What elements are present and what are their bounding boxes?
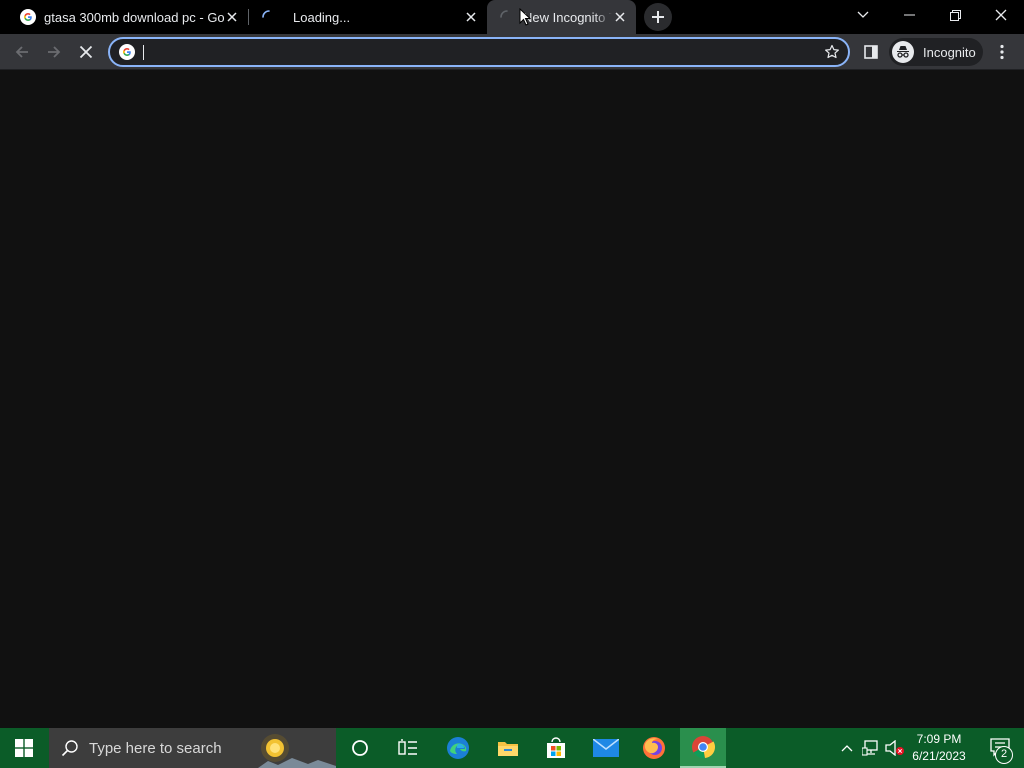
file-explorer-icon	[498, 742, 518, 756]
google-icon	[20, 9, 36, 25]
restore-icon	[949, 9, 961, 21]
show-hidden-icons-button[interactable]	[837, 728, 857, 768]
mail-icon	[593, 739, 619, 757]
star-icon[interactable]	[824, 44, 840, 60]
incognito-icon	[892, 41, 914, 63]
close-tab-icon[interactable]	[612, 9, 628, 25]
browser-toolbar: Incognito	[0, 34, 1024, 70]
windows-start-icon	[15, 739, 33, 757]
tab-title: Loading...	[293, 9, 351, 25]
plus-icon	[652, 11, 664, 23]
start-button[interactable]	[0, 728, 48, 768]
tab-title: gtasa 300mb download pc - Goo	[44, 9, 224, 25]
text-cursor	[143, 45, 144, 60]
profile-label: Incognito	[923, 44, 976, 60]
profile-incognito-button[interactable]: Incognito	[889, 38, 983, 66]
taskbar-firefox[interactable]	[630, 728, 678, 768]
chrome-menu-button[interactable]	[988, 38, 1016, 66]
task-view-icon	[398, 739, 417, 755]
taskbar-file-explorer[interactable]	[484, 728, 532, 768]
kebab-menu-icon	[1000, 44, 1004, 60]
side-panel-button[interactable]	[857, 38, 885, 66]
volume-muted-icon	[885, 740, 904, 756]
address-bar[interactable]	[108, 37, 850, 67]
search-icon	[61, 740, 78, 757]
cortana-button[interactable]	[336, 728, 384, 768]
address-input[interactable]	[142, 42, 802, 62]
volume-button[interactable]	[884, 728, 906, 768]
clock-date: 6/21/2023	[912, 749, 966, 763]
loading-spinner-icon	[262, 10, 270, 18]
taskbar-mail[interactable]	[582, 728, 630, 768]
notification-count: 2	[995, 746, 1013, 764]
task-view-button[interactable]	[384, 728, 432, 768]
taskbar-search-box[interactable]: Type here to search	[49, 728, 336, 768]
google-icon	[119, 44, 135, 60]
minimize-button[interactable]	[887, 0, 931, 30]
tab-gtasa-search[interactable]: gtasa 300mb download pc - Goo	[8, 0, 248, 34]
search-placeholder: Type here to search	[89, 739, 222, 757]
mouse-cursor-icon	[519, 8, 531, 26]
tab-loading[interactable]: Loading...	[249, 0, 487, 34]
notification-count-badge: 2	[990, 746, 1013, 764]
taskbar-chrome[interactable]	[680, 728, 726, 768]
chevron-down-icon	[857, 11, 869, 18]
firefox-icon	[643, 737, 665, 759]
tab-new-incognito[interactable]: New Incognito Tab	[487, 0, 636, 34]
sun-landscape-icon	[258, 728, 336, 768]
side-panel-icon	[864, 45, 878, 59]
stop-loading-button[interactable]	[72, 38, 100, 66]
back-button[interactable]	[8, 38, 36, 66]
clock[interactable]: 7:09 PM 6/21/2023	[906, 731, 972, 765]
windows-taskbar: Type here to search 7:09 PM 6/21/2023	[0, 728, 1024, 768]
chevron-up-icon	[841, 745, 853, 752]
tab-search-button[interactable]	[841, 0, 885, 30]
taskbar-edge[interactable]	[434, 728, 482, 768]
edge-icon	[447, 737, 469, 759]
close-icon	[995, 9, 1007, 21]
loading-spinner-icon	[500, 10, 508, 18]
close-tab-icon[interactable]	[463, 9, 479, 25]
network-button[interactable]	[860, 728, 882, 768]
taskbar-microsoft-store[interactable]	[532, 728, 580, 768]
cortana-icon	[352, 740, 368, 756]
back-arrow-icon	[15, 46, 28, 58]
tab-strip: gtasa 300mb download pc - Goo Loading...…	[0, 0, 1024, 34]
minimize-icon	[903, 14, 915, 16]
new-tab-button[interactable]	[644, 3, 672, 31]
network-icon	[862, 740, 878, 756]
forward-button[interactable]	[40, 38, 68, 66]
clock-time: 7:09 PM	[916, 732, 962, 746]
page-content	[0, 71, 1024, 728]
forward-arrow-icon	[48, 46, 61, 58]
close-window-button[interactable]	[979, 0, 1023, 30]
chrome-icon	[692, 736, 715, 759]
tab-title: New Incognito Tab	[523, 9, 612, 25]
stop-icon	[79, 45, 93, 59]
microsoft-store-icon	[547, 737, 565, 758]
close-tab-icon[interactable]	[224, 9, 240, 25]
restore-button[interactable]	[933, 0, 977, 30]
weather-widget[interactable]	[258, 728, 336, 768]
